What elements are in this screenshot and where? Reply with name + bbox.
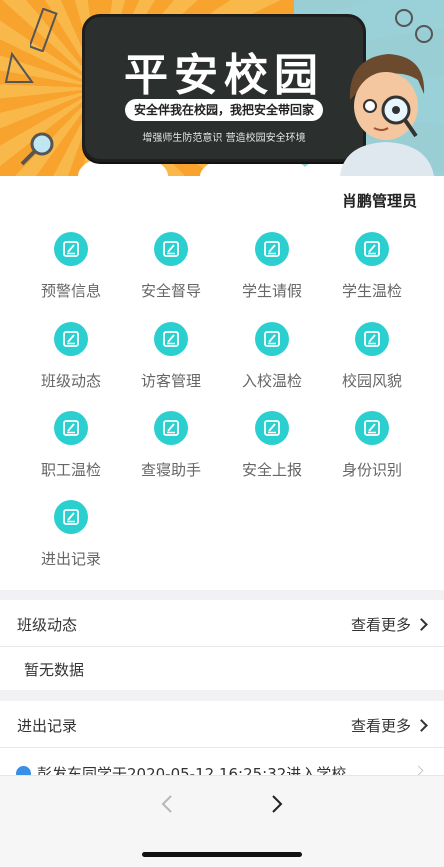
browser-bottom-bar — [0, 775, 444, 867]
grid-item-label: 职工温检 — [40, 461, 101, 479]
edit-icon — [54, 500, 88, 534]
grid-item-student-leave[interactable]: 学生请假 — [222, 232, 322, 316]
grid-item-label: 预警信息 — [40, 282, 101, 300]
edit-icon — [255, 411, 289, 445]
banner-subtitle: 增强师生防范意识 营造校园安全环境 — [142, 133, 306, 144]
banner: 平安校园 安全伴我在校园，我把安全带回家 增强师生防范意识 营造校园安全环境 — [0, 0, 444, 176]
function-grid: 肖鹏管理员 预警信息 安全督导 学生请假 学生温检 班级动态 访客管理 入校温检… — [0, 176, 444, 590]
grid-item-staff-temperature[interactable]: 职工温检 — [21, 411, 121, 495]
banner-title: 平安校园 — [124, 50, 324, 101]
grid-item-label: 班级动态 — [40, 372, 101, 390]
grid-item-label: 进出记录 — [40, 550, 101, 568]
grid-item-warning-info[interactable]: 预警信息 — [21, 232, 121, 316]
more-label: 查看更多 — [350, 616, 411, 634]
chevron-right-icon — [415, 719, 428, 732]
edit-icon — [355, 322, 389, 356]
edit-icon — [355, 232, 389, 266]
grid-item-label: 入校温检 — [241, 372, 302, 390]
grid-item-label: 校园风貌 — [341, 372, 402, 390]
edit-icon — [54, 322, 88, 356]
card-header: 进出记录 查看更多 — [0, 701, 444, 748]
magnifier-icon — [20, 132, 54, 166]
chevron-right-icon — [413, 765, 424, 776]
grid-item-entry-records[interactable]: 进出记录 — [21, 500, 121, 584]
grid-item-dorm-check[interactable]: 查寝助手 — [121, 411, 221, 495]
grid-item-identity-recognition[interactable]: 身份识别 — [322, 411, 422, 495]
grid-item-safety-supervision[interactable]: 安全督导 — [121, 232, 221, 316]
grid-item-class-news[interactable]: 班级动态 — [21, 322, 121, 406]
chevron-right-icon[interactable] — [266, 794, 286, 814]
entry-records-more-link[interactable]: 查看更多 — [350, 715, 428, 736]
edit-icon — [355, 411, 389, 445]
class-news-title: 班级动态 — [17, 616, 78, 634]
banner-board: 平安校园 安全伴我在校园，我把安全带回家 增强师生防范意识 营造校园安全环境 — [82, 14, 366, 162]
grid-item-label: 安全上报 — [241, 461, 302, 479]
admin-name: 肖鹏管理员 — [341, 192, 417, 210]
edit-icon — [54, 232, 88, 266]
grid-item-label: 学生温检 — [341, 282, 402, 300]
edit-icon — [154, 411, 188, 445]
grid-item-label: 安全督导 — [140, 282, 201, 300]
grid-item-label: 查寝助手 — [140, 461, 201, 479]
glasses-icon — [395, 9, 433, 43]
class-news-empty-text: 暂无数据 — [24, 661, 85, 679]
entry-records-title: 进出记录 — [17, 717, 78, 735]
edit-icon — [54, 411, 88, 445]
chevron-right-icon — [415, 618, 428, 631]
edit-icon — [255, 232, 289, 266]
grid-item-label: 身份识别 — [341, 461, 402, 479]
grid-item-label: 学生请假 — [241, 282, 302, 300]
grid-item-safety-report[interactable]: 安全上报 — [222, 411, 322, 495]
chevron-left-icon[interactable] — [158, 794, 178, 814]
triangle-icon — [4, 51, 34, 83]
grid-item-visitor-management[interactable]: 访客管理 — [121, 322, 221, 406]
grid-item-entry-temperature[interactable]: 入校温检 — [222, 322, 322, 406]
grid-item-student-temperature[interactable]: 学生温检 — [322, 232, 422, 316]
class-news-card: 班级动态 查看更多 暂无数据 — [0, 600, 444, 690]
class-news-more-link[interactable]: 查看更多 — [350, 614, 428, 635]
edit-icon — [154, 322, 188, 356]
ruler-icon — [30, 8, 58, 52]
more-label: 查看更多 — [350, 717, 411, 735]
edit-icon — [154, 232, 188, 266]
cartoon-student-illustration — [340, 54, 434, 176]
grid-item-campus-view[interactable]: 校园风貌 — [322, 322, 422, 406]
card-header: 班级动态 查看更多 — [0, 600, 444, 647]
edit-icon — [255, 322, 289, 356]
home-indicator[interactable] — [142, 852, 302, 857]
banner-slogan: 安全伴我在校园，我把安全带回家 — [125, 99, 323, 121]
grid-item-label: 访客管理 — [140, 372, 201, 390]
